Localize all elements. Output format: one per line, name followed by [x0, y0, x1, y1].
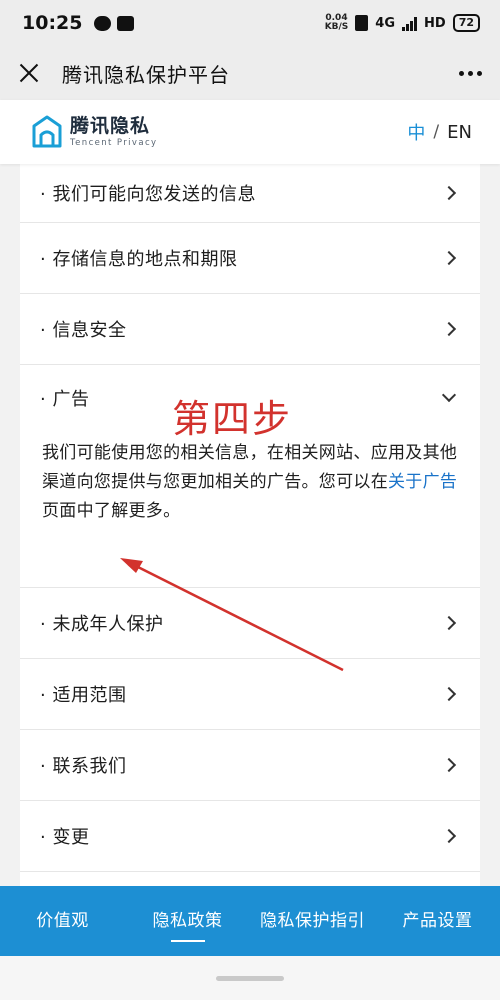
section-label: · 信息安全	[40, 320, 127, 341]
chevron-right-icon	[441, 185, 457, 201]
privacy-policy-card: · 我们可能向您发送的信息 · 存储信息的地点和期限 · 信息安全 · 广告 我…	[20, 164, 480, 886]
section-security[interactable]: · 信息安全	[20, 294, 480, 365]
section-label: · 未成年人保护	[40, 614, 164, 635]
home-gesture-bar[interactable]	[216, 975, 284, 981]
status-notification-icons	[94, 15, 135, 31]
content-area: · 我们可能向您发送的信息 · 存储信息的地点和期限 · 信息安全 · 广告 我…	[0, 164, 500, 886]
more-dot-icon	[459, 70, 464, 76]
close-icon[interactable]	[18, 62, 40, 84]
app-header: 腾讯隐私保护平台	[0, 46, 500, 100]
image-notification-icon	[117, 15, 135, 31]
section-label: · 我们可能向您发送的信息	[40, 184, 256, 205]
bottom-nav: 价值观 隐私政策 隐私保护指引 产品设置	[0, 886, 500, 956]
page-title: 腾讯隐私保护平台	[62, 62, 230, 87]
more-options-button[interactable]	[459, 65, 482, 82]
section-label: · 广告	[40, 389, 90, 410]
lang-separator: /	[433, 122, 440, 142]
section-contact[interactable]: · 联系我们	[20, 730, 480, 801]
logo-text-en: Tencent Privacy	[70, 137, 158, 148]
battery-icon: 72	[452, 14, 480, 32]
more-dot-icon	[468, 70, 473, 76]
about-ads-link[interactable]: 关于广告	[388, 472, 457, 492]
section-ads-body: 我们可能使用您的相关信息，在相关网站、应用及其他渠道向您提供与您更加相关的广告。…	[20, 431, 480, 588]
annotation-step-label: 第四步	[172, 397, 293, 441]
nav-privacy-guide[interactable]: 隐私保护指引	[250, 886, 375, 956]
nav-product-settings[interactable]: 产品设置	[375, 886, 500, 956]
chat-notification-icon	[94, 15, 112, 31]
language-switch: 中 / EN	[407, 119, 472, 145]
status-right: 0.04 KB/S 4G HD 72	[325, 14, 480, 32]
network-type: 4G	[375, 15, 396, 31]
network-speed: 0.04 KB/S	[324, 13, 349, 32]
lang-en-option[interactable]: EN	[447, 122, 472, 143]
ads-description: 我们可能使用您的相关信息，在相关网站、应用及其他渠道向您提供与您更加相关的广告。…	[42, 443, 458, 521]
chevron-right-icon	[441, 686, 457, 702]
chevron-right-icon	[441, 828, 457, 844]
gesture-area	[0, 956, 500, 1000]
lang-zh-option[interactable]: 中	[407, 119, 425, 145]
section-changes[interactable]: · 变更	[20, 801, 480, 872]
section-scope[interactable]: · 适用范围	[20, 659, 480, 730]
section-label: · 变更	[40, 827, 90, 848]
section-storage[interactable]: · 存储信息的地点和期限	[20, 223, 480, 294]
hd-label: HD	[424, 15, 446, 31]
status-bar: 10:25 0.04 KB/S 4G HD 72	[0, 0, 500, 46]
signal-icon	[402, 16, 418, 31]
chevron-right-icon	[441, 757, 457, 773]
section-messages[interactable]: · 我们可能向您发送的信息	[20, 164, 480, 223]
section-minors[interactable]: · 未成年人保护	[20, 588, 480, 659]
logo-text-cn: 腾讯隐私	[70, 114, 151, 137]
site-header: 腾讯隐私 Tencent Privacy 中 / EN	[0, 100, 500, 164]
house-shield-icon	[32, 115, 62, 148]
chevron-right-icon	[441, 321, 457, 337]
nav-values[interactable]: 价值观	[0, 886, 125, 956]
status-time: 10:25	[22, 12, 83, 34]
section-label: · 适用范围	[40, 685, 127, 706]
more-dot-icon	[477, 70, 482, 76]
chevron-right-icon	[441, 615, 457, 631]
nav-privacy-policy[interactable]: 隐私政策	[125, 886, 250, 956]
tencent-privacy-logo[interactable]: 腾讯隐私 Tencent Privacy	[32, 115, 157, 149]
section-label: · 存储信息的地点和期限	[40, 249, 238, 270]
vibrate-icon	[355, 15, 369, 31]
chevron-down-icon	[441, 387, 457, 403]
chevron-right-icon	[441, 250, 457, 266]
section-label: · 联系我们	[40, 756, 127, 777]
